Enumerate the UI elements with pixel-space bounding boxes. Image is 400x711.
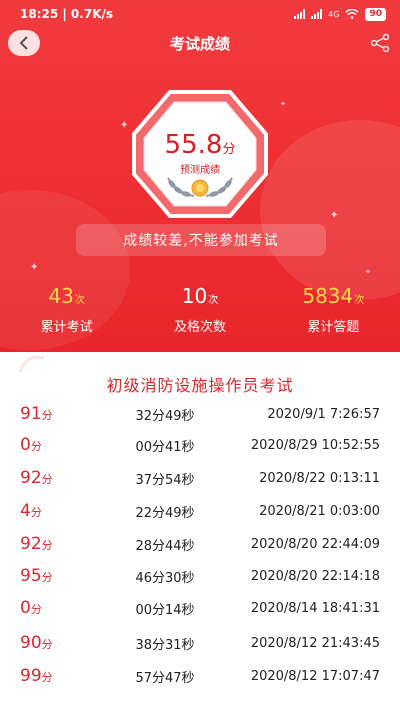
exam-record-row[interactable]: 90分 38分31秒 2020/8/12 21:43:45 [0,629,400,657]
record-duration: 37分54秒 [135,472,195,488]
record-duration: 22分49秒 [135,505,195,521]
record-duration: 28分44秒 [135,538,195,554]
stat-value: 5834 [302,284,354,308]
stat-value: 10 [181,284,208,308]
battery-indicator: 90 [365,7,386,21]
score-value: 55.8 [164,130,223,160]
sparkle-icon: ✦ [330,210,339,221]
stat-pass-count: 10次 及格次数 [133,284,266,335]
exam-record-row[interactable]: 0分 00分14秒 2020/8/14 18:41:31 [0,594,400,622]
signal-icon [311,9,323,19]
record-date: 2020/8/29 10:52:55 [250,437,380,453]
sparkle-icon: ✦ [280,100,286,108]
record-score: 99分 [20,666,53,686]
exam-record-row[interactable]: 92分 28分44秒 2020/8/20 22:44:09 [0,530,400,558]
stat-unit: 次 [354,295,365,306]
record-date: 2020/8/21 0:03:00 [259,503,380,519]
stats-row: 43次 累计考试 10次 及格次数 5834次 累计答题 [0,284,400,335]
record-score: 92分 [20,468,53,488]
exam-record-row[interactable]: 92分 37分54秒 2020/8/22 0:13:11 [0,464,400,492]
score-hero: ✦ ✦ ✦ ✦ ✦ 18:25 | 0.7K/s 4G 90 考试成绩 55.8… [0,0,400,352]
sparkle-icon: ✦ [365,268,371,276]
wifi-icon [345,9,359,19]
status-time: 18:25 | 0.7K/s [20,7,114,21]
record-score: 95分 [20,566,53,586]
stat-label: 及格次数 [173,320,226,335]
record-duration: 00分41秒 [135,439,195,455]
network-type: 4G [328,9,340,19]
exam-record-row[interactable]: 95分 46分30秒 2020/8/20 22:14:18 [0,562,400,590]
record-score: 90分 [20,633,53,653]
exam-record-row[interactable]: 4分 22分49秒 2020/8/21 0:03:00 [0,497,400,525]
record-score: 0分 [20,598,42,618]
record-score: 91分 [20,404,53,424]
exam-history-list: 初级消防设施操作员考试 91分 32分49秒 2020/9/1 7:26:57 … [0,352,400,711]
signal-icon [294,9,306,19]
stat-unit: 次 [208,295,219,306]
record-score: 0分 [20,435,42,455]
record-date: 2020/8/14 18:41:31 [250,600,380,616]
score-unit: 分 [222,142,236,157]
sparkle-icon: ✦ [30,262,39,273]
stat-total-answers: 5834次 累计答题 [267,284,400,335]
record-duration: 46分30秒 [135,570,195,586]
stat-value: 43 [48,284,74,308]
stat-label: 累计考试 [40,320,93,335]
predicted-score: 55.8分 [128,130,272,160]
exam-record-row[interactable]: 99分 57分47秒 2020/8/12 17:07:47 [0,662,400,690]
record-date: 2020/9/1 7:26:57 [267,406,380,422]
back-button[interactable] [8,30,40,56]
record-date: 2020/8/12 21:43:45 [250,635,380,651]
stat-unit: 次 [74,295,85,306]
record-score: 4分 [20,501,42,521]
record-date: 2020/8/20 22:44:09 [250,536,380,552]
stat-label: 累计答题 [307,320,360,335]
decor-swirl-icon [18,355,45,373]
score-caption: 预测成绩 [180,165,220,176]
record-score: 92分 [20,534,53,554]
share-icon[interactable] [370,34,390,52]
exam-record-row[interactable]: 0分 00分41秒 2020/8/29 10:52:55 [0,431,400,459]
nav-bar: 考试成绩 [0,28,400,58]
record-date: 2020/8/20 22:14:18 [250,568,380,584]
score-badge: 55.8分 预测成绩 [128,86,272,222]
record-duration: 57分47秒 [135,670,195,686]
chevron-left-icon [19,36,28,50]
stat-total-exams: 43次 累计考试 [0,284,133,335]
exam-name: 初级消防设施操作员考试 [106,376,294,395]
record-duration: 32分49秒 [135,408,195,424]
result-notice: 成绩较差,不能参加考试 [76,224,326,256]
record-date: 2020/8/12 17:07:47 [250,668,380,684]
page-title: 考试成绩 [169,34,230,53]
record-duration: 00分14秒 [135,602,195,618]
status-bar: 18:25 | 0.7K/s 4G 90 [0,0,400,28]
exam-record-row[interactable]: 91分 32分49秒 2020/9/1 7:26:57 [0,400,400,428]
record-duration: 38分31秒 [135,637,195,653]
record-date: 2020/8/22 0:13:11 [259,470,380,486]
